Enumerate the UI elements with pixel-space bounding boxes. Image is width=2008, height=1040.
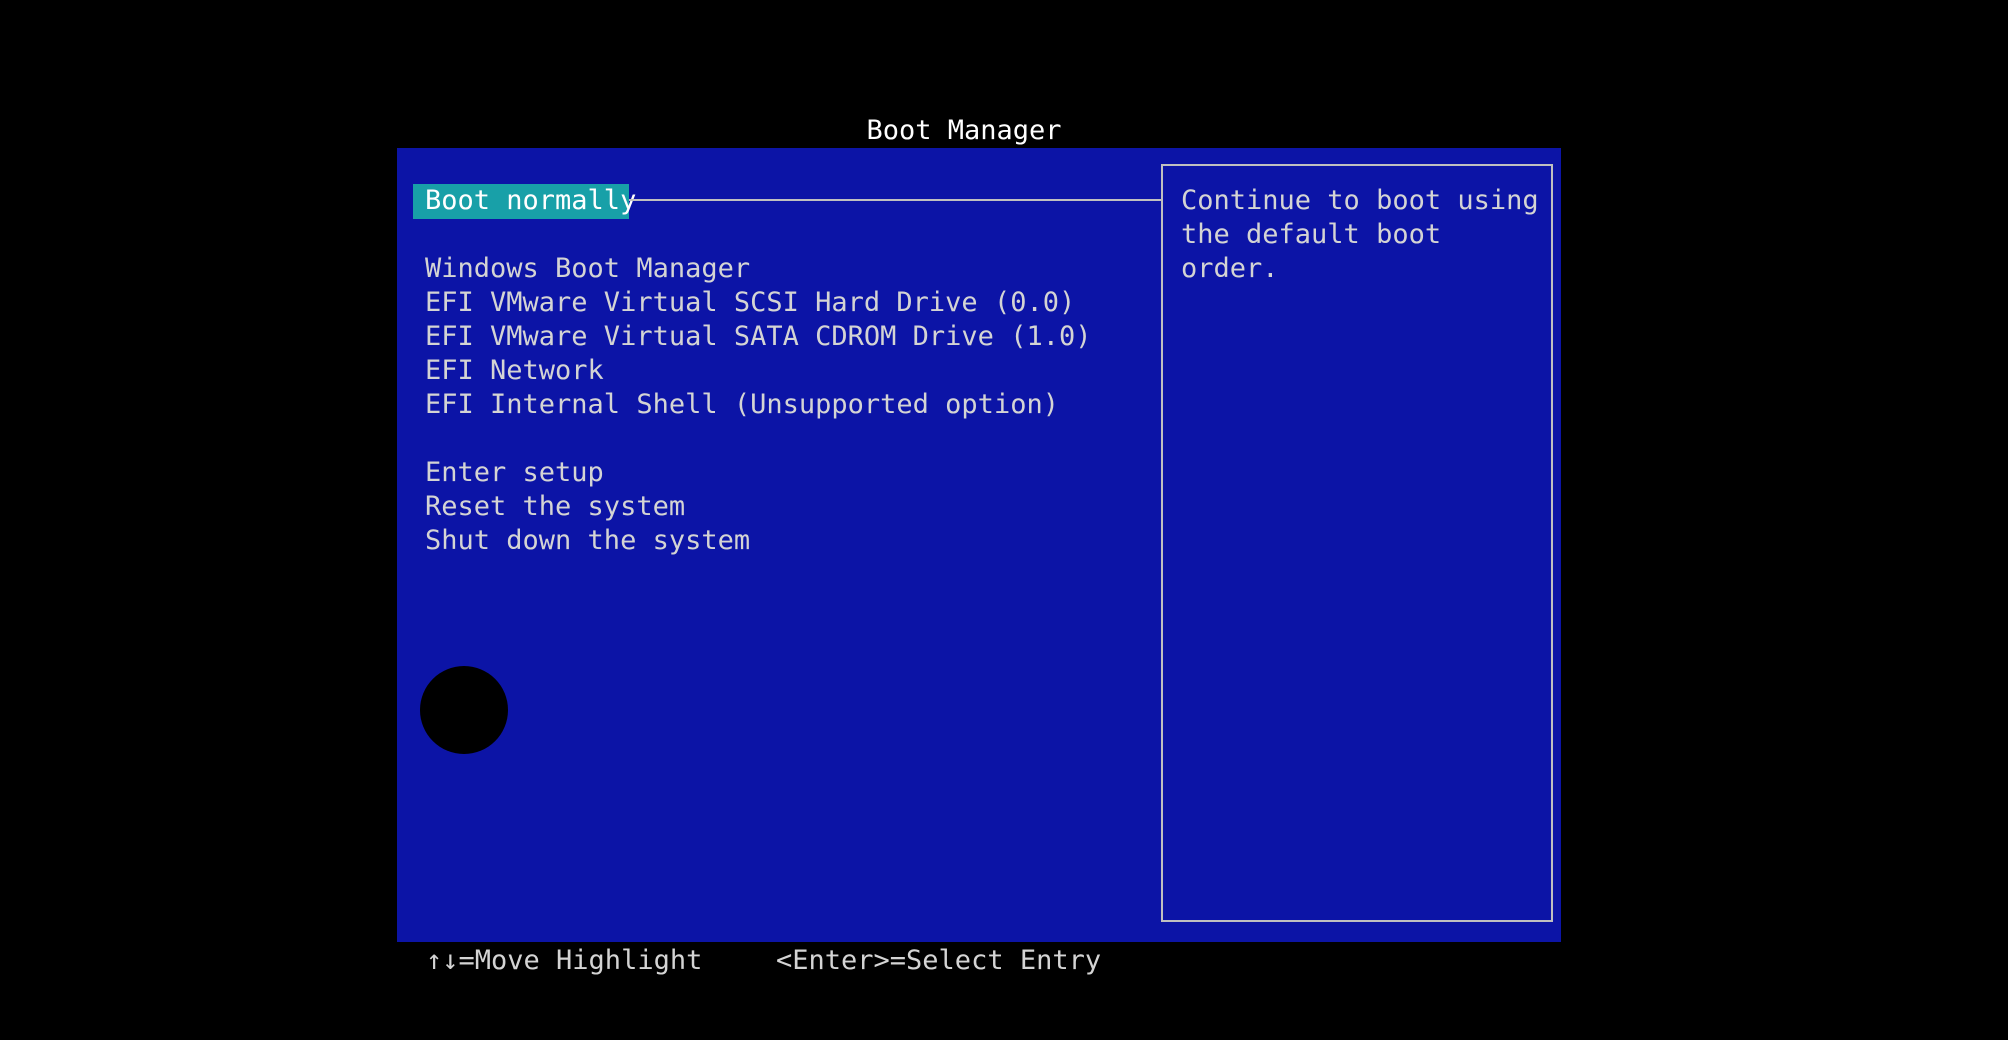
- menu-item-efi-network[interactable]: EFI Network: [425, 354, 604, 388]
- menu-item-efi-internal-shell[interactable]: EFI Internal Shell (Unsupported option): [425, 388, 1059, 422]
- page-title: Boot Manager: [866, 115, 1062, 146]
- key-hints-footer: ↑↓=Move Highlight <Enter>=Select Entry: [0, 942, 2008, 982]
- move-highlight-hint: ↑↓=Move Highlight: [426, 945, 703, 976]
- menu-item-efi-scsi-hard-drive[interactable]: EFI VMware Virtual SCSI Hard Drive (0.0): [425, 286, 1075, 320]
- boot-menu-panel: Boot normally Windows Boot Manager EFI V…: [397, 148, 1561, 942]
- help-panel: Continue to boot using the default boot …: [1161, 164, 1553, 922]
- menu-item-label: Boot normally: [425, 185, 637, 216]
- menu-item-efi-sata-cdrom[interactable]: EFI VMware Virtual SATA CDROM Drive (1.0…: [425, 320, 1091, 354]
- menu-item-shut-down-system[interactable]: Shut down the system: [425, 524, 750, 558]
- menu-item-enter-setup[interactable]: Enter setup: [425, 456, 604, 490]
- mouse-cursor-blob: [420, 666, 508, 754]
- menu-item-windows-boot-manager[interactable]: Windows Boot Manager: [425, 252, 750, 286]
- select-entry-hint: <Enter>=Select Entry: [776, 945, 1102, 976]
- selection-connector-line: [629, 199, 1161, 201]
- boot-manager-screen: Boot Manager Boot normally Windows Boot …: [0, 0, 2008, 1040]
- menu-item-reset-system[interactable]: Reset the system: [425, 490, 685, 524]
- menu-item-boot-normally[interactable]: Boot normally: [413, 184, 636, 219]
- help-description: Continue to boot using the default boot …: [1181, 185, 1539, 284]
